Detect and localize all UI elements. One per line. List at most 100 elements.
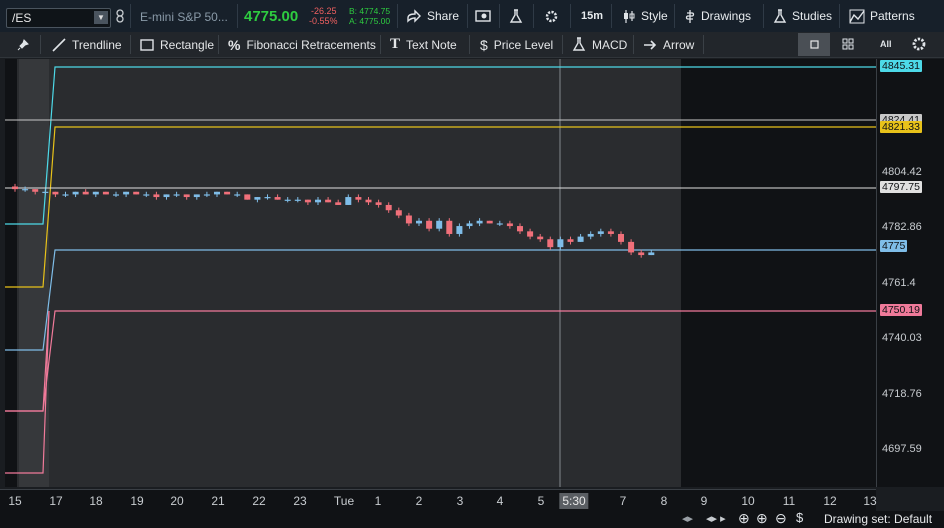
- share-label: Share: [427, 9, 460, 23]
- time-tick-label: 23: [293, 494, 307, 508]
- grid-layout-button[interactable]: [842, 38, 854, 53]
- change-value: -26.25: [311, 6, 337, 16]
- text-icon: T: [390, 36, 401, 52]
- time-tick-label: 13: [863, 494, 877, 508]
- play-controls-icon[interactable]: ◂▸ ▸: [706, 512, 726, 525]
- candle-body: [628, 241, 635, 253]
- studies-label: Studies: [792, 9, 833, 23]
- price-level-badge: 4821.33: [880, 121, 922, 133]
- gear-icon: [545, 10, 558, 22]
- time-tick-label: 17: [49, 494, 63, 508]
- candle-body: [537, 236, 544, 240]
- flask-button[interactable]: [509, 0, 523, 32]
- candle-body: [345, 197, 352, 205]
- candle-body: [22, 189, 29, 191]
- drawing-set-label[interactable]: Drawing set: Default: [824, 512, 932, 526]
- candle-body: [618, 233, 624, 242]
- pan-icon[interactable]: $: [796, 510, 803, 525]
- time-tick-label: 1: [374, 494, 382, 508]
- price-level-badge: 4797.75: [880, 181, 922, 193]
- candle-body: [587, 233, 594, 237]
- chart-area[interactable]: [5, 59, 876, 487]
- arrow-tool[interactable]: Arrow: [643, 32, 694, 57]
- studies-button[interactable]: Studies: [773, 0, 832, 32]
- last-price: 4775.00: [244, 8, 299, 25]
- candle-body: [315, 199, 321, 203]
- link-icon[interactable]: [115, 9, 125, 26]
- candle-body: [163, 194, 170, 198]
- candle-body: [547, 239, 554, 248]
- candle-body: [284, 199, 291, 201]
- candle-body: [385, 204, 392, 211]
- time-tick-label: 2: [415, 494, 423, 508]
- main-toolbar: /ES ▼ E-mini S&P 50... 4775.00 -26.25 -0…: [0, 0, 944, 33]
- candle-body: [173, 194, 180, 196]
- price-chart[interactable]: [5, 59, 876, 487]
- rectangle-tool[interactable]: Rectangle: [140, 32, 214, 57]
- time-tick-label: 5: [537, 494, 545, 508]
- macd-label: MACD: [592, 37, 628, 52]
- patterns-icon: [849, 9, 865, 23]
- candle-body: [436, 220, 443, 229]
- percent-icon: %: [228, 36, 241, 53]
- ask-price: A: 4775.00: [349, 16, 391, 26]
- candle-body: [62, 194, 69, 196]
- timeframe-selector[interactable]: 15m: [581, 0, 603, 32]
- fibonacci-tool[interactable]: % Fibonacci Retracements: [228, 32, 376, 57]
- candle-body: [42, 191, 49, 193]
- rectangle-label: Rectangle: [160, 37, 215, 52]
- drawings-button[interactable]: Drawings: [684, 0, 751, 32]
- timeframe-label: 15m: [581, 10, 604, 22]
- candle-body: [153, 194, 160, 198]
- candle-body: [304, 199, 311, 203]
- all-button[interactable]: All: [880, 39, 892, 49]
- screenshot-icon: [475, 10, 491, 22]
- crosshair-icon[interactable]: ⊕: [738, 510, 750, 527]
- crosshair-time-label: 5:30: [559, 493, 589, 509]
- chevron-down-icon[interactable]: ▼: [94, 11, 108, 24]
- chart-settings-button[interactable]: [911, 36, 927, 55]
- candle-body: [466, 223, 473, 227]
- zoom-out-icon[interactable]: ⊖: [775, 510, 787, 527]
- candle-body: [577, 236, 584, 242]
- candle-body: [648, 252, 655, 256]
- candle-body: [456, 226, 463, 234]
- time-axis[interactable]: 15 17 18 19 20 21 22 23 Tue 1 2 3 4 5 5:30 7 8 9 10 11 12 13: [0, 489, 877, 512]
- single-layout-button[interactable]: [798, 33, 830, 56]
- symbol-selector[interactable]: /ES ▼: [6, 8, 111, 28]
- share-button[interactable]: Share: [406, 0, 459, 32]
- flask-icon: [509, 8, 523, 23]
- settings-button[interactable]: [544, 0, 559, 32]
- arrow-label: Arrow: [663, 37, 695, 52]
- price-level-tool[interactable]: $ Price Level: [480, 32, 553, 57]
- trendline-tool[interactable]: Trendline: [52, 32, 122, 57]
- macd-study[interactable]: MACD: [572, 32, 627, 57]
- price-level-badge: 4845.31: [880, 60, 922, 72]
- zoom-in-icon[interactable]: ⊕: [756, 510, 768, 527]
- price-axis[interactable]: 4804.42 4782.86 4761.4 4740.03 4718.76 4697.5…: [876, 59, 944, 487]
- scroll-left-icon[interactable]: ◂▸: [682, 512, 693, 525]
- time-tick-label: 11: [782, 494, 796, 508]
- time-tick-label: 20: [170, 494, 184, 508]
- price-level-badge: 4775: [880, 240, 908, 252]
- price-tick-label: 4718.76: [882, 388, 922, 400]
- candle-body: [557, 239, 564, 248]
- time-tick-label: 4: [496, 494, 504, 508]
- drawings-label: Drawings: [701, 9, 752, 23]
- style-button[interactable]: Style: [622, 0, 668, 32]
- pin-icon: [17, 38, 29, 50]
- text-note-tool[interactable]: T Text Note: [390, 32, 457, 57]
- snapshot-button[interactable]: [475, 0, 491, 32]
- grid-icon: [842, 38, 854, 50]
- price-level-label: Price Level: [493, 37, 554, 52]
- candle-body: [143, 194, 150, 196]
- candle-body: [597, 231, 604, 234]
- price-tick-label: 4804.42: [882, 166, 922, 178]
- candle-body: [32, 189, 39, 192]
- symbol-text: /ES: [12, 11, 32, 25]
- pin-button[interactable]: [17, 32, 29, 57]
- patterns-button[interactable]: Patterns: [849, 0, 915, 32]
- time-tick-label: 7: [619, 494, 627, 508]
- drawing-toolbar: Trendline Rectangle % Fibonacci Retracem…: [0, 32, 944, 58]
- price-level-badge: 4750.19: [880, 304, 922, 316]
